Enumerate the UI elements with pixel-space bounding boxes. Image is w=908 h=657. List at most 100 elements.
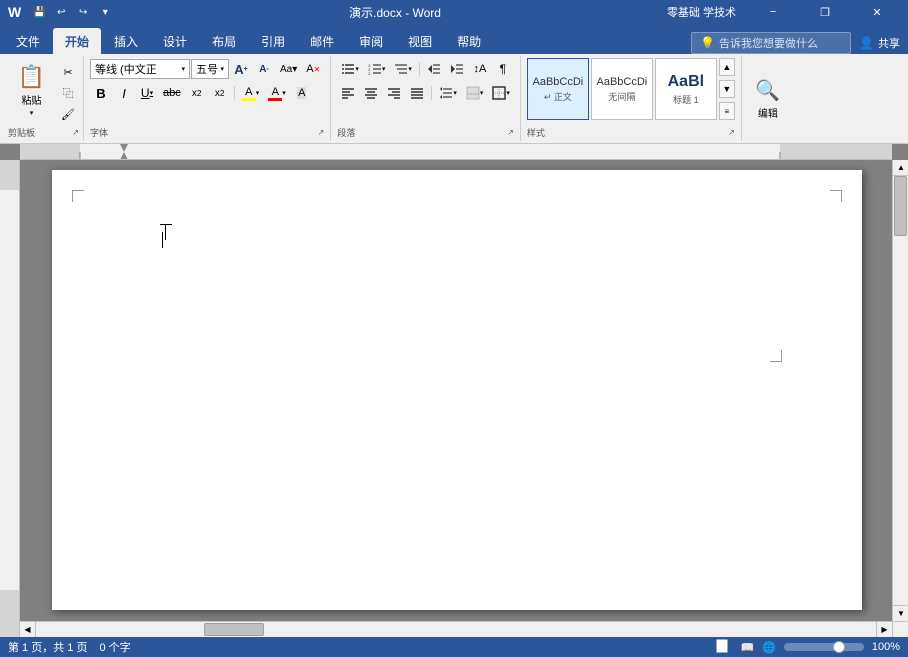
line-spacing-button[interactable]: ▾	[435, 83, 461, 103]
shading-button[interactable]: ▾	[462, 83, 488, 103]
print-layout-button[interactable]	[716, 639, 732, 656]
font-color-button[interactable]: A ▾	[264, 83, 290, 103]
font-expand-icon[interactable]: ↗	[318, 128, 325, 137]
multilevel-button[interactable]: ▾	[390, 59, 416, 79]
ribbon-tabs: 文件 开始 插入 设计 布局 引用 邮件 审阅 视图 帮助 💡 告诉我您想要做什…	[0, 24, 908, 54]
sort-button[interactable]: ↕A	[469, 59, 491, 79]
styles-more[interactable]: ≡	[719, 102, 735, 120]
styles-expand-icon[interactable]: ↗	[728, 128, 735, 137]
font-size-input[interactable]: 五号 ▾	[191, 59, 229, 79]
editing-button[interactable]: 🔍 编辑	[748, 74, 788, 124]
tab-layout[interactable]: 布局	[200, 28, 248, 54]
text-highlight-button[interactable]: A ▾	[238, 83, 264, 103]
underline-button[interactable]: U▾	[136, 83, 158, 103]
style-normal-preview: AaBbCcDi	[532, 76, 583, 88]
tab-review[interactable]: 审阅	[347, 28, 395, 54]
format-painter-icon: 🖌	[61, 108, 75, 121]
zoom-slider[interactable]	[784, 643, 864, 651]
subscript-button[interactable]: x2	[186, 83, 208, 103]
style-no-space-preview: AaBbCcDi	[596, 76, 647, 88]
decrease-indent-button[interactable]	[423, 59, 445, 79]
highlight-dropdown[interactable]: ▾	[256, 89, 260, 97]
tab-insert[interactable]: 插入	[102, 28, 150, 54]
border-dropdown[interactable]: ▾	[506, 89, 510, 97]
restore-button[interactable]: ❐	[802, 0, 848, 24]
paragraph-expand-icon[interactable]: ↗	[507, 128, 514, 137]
clipboard-expand-icon[interactable]: ↗	[72, 128, 79, 137]
align-center-button[interactable]	[360, 83, 382, 103]
format-painter-button[interactable]: 🖌	[57, 104, 79, 124]
change-case-button[interactable]: Aa▾	[276, 59, 301, 79]
line-spacing-dropdown[interactable]: ▾	[453, 89, 457, 97]
style-no-space[interactable]: AaBbCcDi 无间隔	[591, 58, 653, 120]
font-name-dropdown[interactable]: ▾	[181, 65, 185, 73]
cut-button[interactable]: ✂ ✂	[57, 62, 79, 82]
style-heading1[interactable]: AaBl 标题 1	[655, 58, 717, 120]
scroll-h-track[interactable]	[36, 622, 876, 637]
scroll-left-button[interactable]: ◀	[20, 622, 36, 638]
styles-scroll-down[interactable]: ▼	[719, 80, 735, 98]
align-right-button[interactable]	[383, 83, 405, 103]
bullets-dropdown[interactable]: ▾	[355, 65, 359, 73]
redo-qa-button[interactable]: ↪	[73, 2, 93, 22]
document-page[interactable]	[52, 170, 862, 610]
bold-button[interactable]: B	[90, 83, 112, 103]
font-label: 字体 ↗	[90, 125, 324, 139]
scroll-right-button[interactable]: ▶	[876, 622, 892, 638]
tell-me-search[interactable]: 💡 告诉我您想要做什么	[691, 32, 851, 54]
scroll-v-thumb[interactable]	[894, 176, 907, 236]
justify-button[interactable]	[406, 83, 428, 103]
border-button[interactable]: ▾	[488, 83, 514, 103]
char-shading-button[interactable]: A	[291, 83, 313, 103]
undo-qa-button[interactable]: ↩	[51, 2, 71, 22]
scrollbar-vertical: ▲ ▼	[892, 160, 908, 621]
numbering-button[interactable]: 1.2.3. ▾	[364, 59, 390, 79]
user-account-button[interactable]: 👤 共享	[859, 35, 900, 51]
scroll-down-button[interactable]: ▼	[893, 605, 908, 621]
char-shading-icon: A	[297, 87, 306, 99]
font-color-dropdown[interactable]: ▾	[282, 89, 286, 97]
font-tools: 等线 (中文正 ▾ 五号 ▾ A+ A- Aa▾ A✕ B	[90, 58, 324, 125]
tab-mailings[interactable]: 邮件	[298, 28, 346, 54]
font-size-dropdown[interactable]: ▾	[220, 65, 224, 73]
multilevel-icon	[394, 62, 408, 76]
font-shrink-button[interactable]: A-	[253, 59, 275, 79]
superscript-button[interactable]: x2	[209, 83, 231, 103]
clipboard-section: 📋 粘贴 ▾ ✂ ✂ ⿻ 🖌	[4, 56, 84, 141]
bullets-button[interactable]: ▾	[337, 59, 363, 79]
numbering-dropdown[interactable]: ▾	[382, 65, 386, 73]
style-normal[interactable]: AaBbCcDi ↵ 正文	[527, 58, 589, 120]
minimize-button[interactable]: −	[750, 0, 796, 24]
cursor-h-line	[160, 224, 172, 225]
underline-dropdown[interactable]: ▾	[150, 89, 154, 97]
scroll-v-track[interactable]	[893, 176, 908, 605]
tab-help[interactable]: 帮助	[445, 28, 493, 54]
web-layout-button[interactable]: 🌐	[762, 641, 776, 654]
align-left-button[interactable]	[337, 83, 359, 103]
tab-file[interactable]: 文件	[4, 28, 52, 54]
more-qa-button[interactable]: ▾	[95, 2, 115, 22]
read-mode-button[interactable]: 📖	[740, 641, 754, 654]
zoom-thumb[interactable]	[833, 641, 845, 653]
styles-scroll-up[interactable]: ▲	[719, 58, 735, 76]
doc-scroll-area[interactable]	[20, 160, 908, 637]
strikethrough-button[interactable]: abc	[159, 83, 185, 103]
font-name-input[interactable]: 等线 (中文正 ▾	[90, 59, 190, 79]
copy-button[interactable]: ⿻	[57, 83, 79, 103]
tab-references[interactable]: 引用	[249, 28, 297, 54]
tab-design[interactable]: 设计	[151, 28, 199, 54]
close-button[interactable]: ✕	[854, 0, 900, 24]
scroll-up-button[interactable]: ▲	[893, 160, 908, 176]
tab-view[interactable]: 视图	[396, 28, 444, 54]
multilevel-dropdown[interactable]: ▾	[408, 65, 412, 73]
show-marks-button[interactable]: ¶	[492, 59, 514, 79]
save-qa-button[interactable]: 💾	[29, 2, 49, 22]
font-grow-button[interactable]: A+	[230, 59, 252, 79]
scroll-h-thumb[interactable]	[204, 623, 264, 636]
italic-button[interactable]: I	[113, 83, 135, 103]
increase-indent-button[interactable]	[446, 59, 468, 79]
tab-home[interactable]: 开始	[53, 28, 101, 54]
clear-format-button[interactable]: A✕	[302, 59, 324, 79]
paste-button[interactable]: 📋 粘贴 ▾	[8, 58, 55, 122]
shading-dropdown[interactable]: ▾	[480, 89, 484, 97]
